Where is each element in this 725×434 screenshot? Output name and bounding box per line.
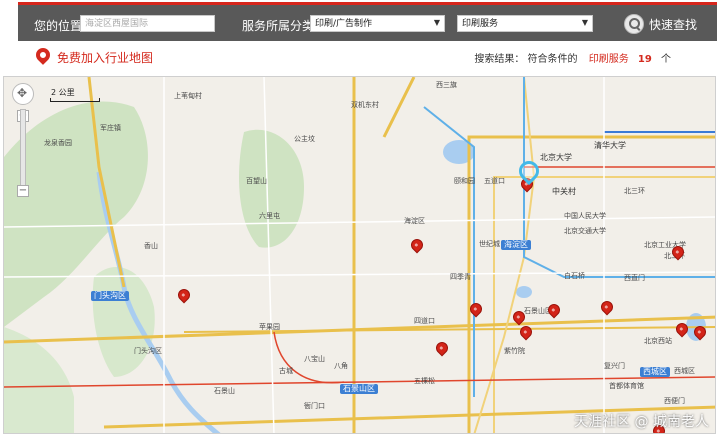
map-place-label: 军庄镇: [100, 124, 121, 132]
map-place-label: 门头沟区: [134, 347, 162, 355]
district-label: 海淀区: [501, 240, 531, 250]
map-place-label: 上苇甸村: [174, 92, 202, 100]
map-pan-control[interactable]: [12, 83, 34, 105]
map-place-label: 百望山: [246, 177, 267, 185]
location-label: 您的位置: [34, 19, 83, 33]
map-place-label: 清华大学: [594, 141, 626, 150]
map-place-label: 北京大学: [540, 153, 572, 162]
zoom-slider[interactable]: [20, 109, 26, 191]
map-place-label: 四道口: [414, 317, 435, 325]
district-label: 西城区: [640, 367, 670, 377]
map-place-label: 北三环: [624, 187, 645, 195]
result-count: 19: [637, 54, 652, 65]
map-place-label: 首都体育馆: [609, 382, 644, 390]
map-scale-bar: [50, 98, 100, 102]
category-select[interactable]: 印刷/广告制作 ▼: [310, 15, 445, 32]
map-place-label: 八角: [334, 362, 348, 370]
dropdown-arrow-icon: ▼: [433, 18, 440, 27]
map-place-label: 西三旗: [436, 81, 457, 89]
quick-search-label: 快速查找: [649, 17, 698, 32]
district-label: 石景山区: [340, 384, 378, 394]
service-select-value: 印刷服务: [462, 19, 499, 29]
map-place-label: 衙门口: [304, 402, 325, 410]
watermark: 天涯社区 @ 城南老人: [574, 414, 709, 430]
map-place-label: 颐和园: [454, 177, 475, 185]
map-place-label: 中国人民大学: [564, 212, 606, 220]
map-place-label: 古城: [279, 367, 293, 375]
search-result-summary: 搜索结果： 符合条件的 印刷服务 19 个: [474, 50, 671, 65]
result-label: 搜索结果： 符合条件的: [474, 54, 578, 65]
map-place-label: 五棵松: [414, 377, 435, 385]
map-place-label: 西城区: [674, 367, 695, 375]
map-place-label: 八宝山: [304, 355, 325, 363]
search-bar: 您的位置 海淀区西屋国际 服务所属分类 印刷/广告制作 ▼ 印刷服务 ▼ 快速查…: [18, 2, 717, 41]
map-place-label: 世纪城: [479, 240, 500, 248]
join-bar: 免费加入行业地图 搜索结果： 符合条件的 印刷服务 19 个: [18, 44, 717, 72]
map-place-label: 双机东村: [351, 101, 379, 109]
map-place-label: 白石桥: [564, 272, 585, 280]
result-category: 印刷服务: [588, 54, 629, 65]
map-place-label: 北京西站: [644, 337, 672, 345]
result-unit: 个: [661, 54, 671, 65]
map-place-label: 紫竹院: [504, 347, 525, 355]
search-icon: [624, 14, 644, 34]
map-scale-label: 2 公里: [51, 88, 75, 97]
map-place-label: 四季青: [450, 273, 471, 281]
map-pin-icon: [33, 45, 53, 65]
dropdown-arrow-icon: ▼: [581, 18, 588, 27]
map-place-label: 北京交通大学: [564, 227, 606, 235]
service-select[interactable]: 印刷服务 ▼: [457, 15, 593, 32]
map-place-label: 石景山: [214, 387, 235, 395]
map-place-label: 苹果园: [259, 323, 280, 331]
district-label: 门头沟区: [91, 291, 129, 301]
map-place-label: 海淀区: [404, 217, 425, 225]
map-place-label: 龙泉香园: [44, 139, 72, 147]
map-view[interactable]: + − 2 公里 龙泉香园 军庄镇 上苇甸村 双机东村 公主坟 北京大学 清华大…: [3, 76, 716, 434]
map-place-label: 中关村: [552, 187, 576, 196]
map-place-label: 复兴门: [604, 362, 625, 370]
map-place-label: 西便门: [664, 397, 685, 405]
map-place-label: 六里屯: [259, 212, 280, 220]
location-input[interactable]: 海淀区西屋国际: [80, 15, 215, 32]
map-place-label: 五道口: [484, 177, 505, 185]
category-label: 服务所属分类: [242, 19, 315, 33]
quick-search-button[interactable]: 快速查找: [624, 12, 697, 36]
map-place-label: 西直门: [624, 274, 645, 282]
zoom-out-button[interactable]: −: [17, 185, 29, 197]
join-map-link[interactable]: 免费加入行业地图: [57, 49, 153, 66]
map-place-label: 香山: [144, 242, 158, 250]
map-place-label: 公主坟: [294, 135, 315, 143]
category-select-value: 印刷/广告制作: [315, 19, 373, 29]
